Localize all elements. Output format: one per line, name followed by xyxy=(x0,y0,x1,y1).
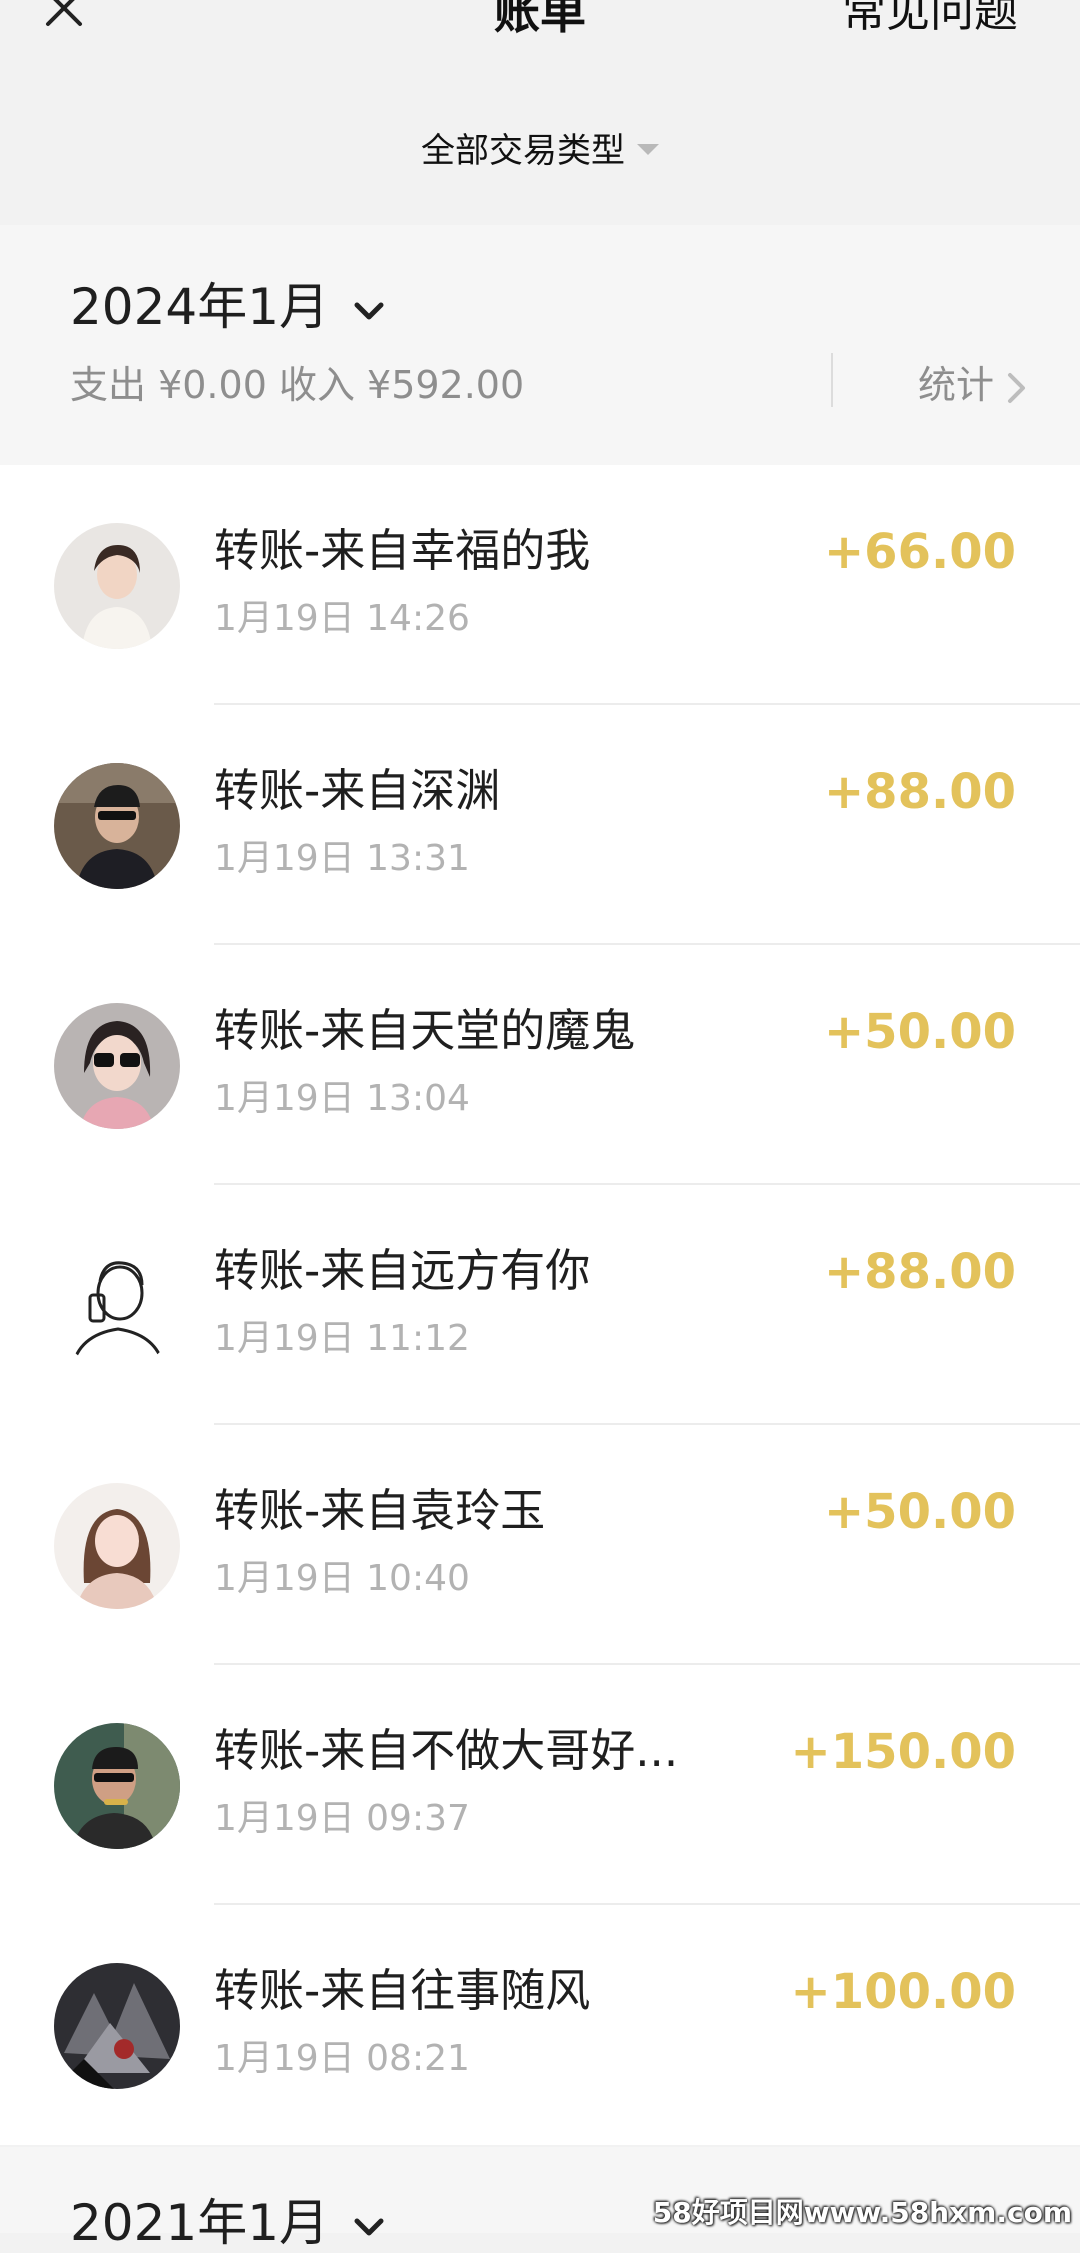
transaction-time: 1月19日 14:26 xyxy=(214,598,470,639)
chevron-down-icon xyxy=(354,2218,384,2235)
transaction-time: 1月19日 10:40 xyxy=(214,1558,470,1599)
transaction-list: 转账-来自幸福的我 1月19日 14:26 +66.00 转账-来自深渊 1月1… xyxy=(0,465,1080,2145)
month-header: 2024年1月 支出 ¥0.00 收入 ¥592.00 统计 xyxy=(0,225,1080,465)
transaction-time: 1月19日 08:21 xyxy=(214,2038,470,2079)
transaction-name: 转账-来自不做大哥好... xyxy=(214,1724,679,1777)
month-label: 2021年1月 xyxy=(70,2194,330,2252)
filter-label: 全部交易类型 xyxy=(421,131,625,171)
chevron-down-icon xyxy=(354,302,384,319)
stats-button[interactable]: 统计 xyxy=(918,361,1028,409)
divider xyxy=(831,353,833,407)
transaction-time: 1月19日 11:12 xyxy=(214,1318,470,1359)
month-selector[interactable]: 2024年1月 xyxy=(70,277,393,337)
transaction-name: 转账-来自往事随风 xyxy=(214,1964,591,2017)
avatar xyxy=(54,1483,180,1609)
month-summary: 支出 ¥0.00 收入 ¥592.00 xyxy=(70,363,525,407)
transaction-amount: +88.00 xyxy=(823,1244,1016,1300)
transaction-amount: +150.00 xyxy=(790,1724,1016,1780)
transaction-amount: +50.00 xyxy=(823,1004,1016,1060)
month-selector[interactable]: 2021年1月 xyxy=(70,2193,393,2253)
transaction-name: 转账-来自袁玲玉 xyxy=(214,1484,546,1537)
avatar xyxy=(54,1723,180,1849)
transaction-time: 1月19日 13:31 xyxy=(214,838,470,879)
transaction-name: 转账-来自深渊 xyxy=(214,764,501,817)
caret-down-icon xyxy=(637,144,659,155)
transaction-row[interactable]: 转账-来自往事随风 1月19日 08:21 +100.00 xyxy=(0,1905,1080,2145)
transaction-amount: +88.00 xyxy=(823,764,1016,820)
transaction-row[interactable]: 转账-来自远方有你 1月19日 11:12 +88.00 xyxy=(0,1185,1080,1425)
avatar xyxy=(54,763,180,889)
transaction-type-filter[interactable]: 全部交易类型 xyxy=(0,128,1080,174)
month-label: 2024年1月 xyxy=(70,278,330,336)
header-bar: 账单 常见问题 全部交易类型 xyxy=(0,0,1080,225)
avatar xyxy=(54,1003,180,1129)
transaction-time: 1月19日 13:04 xyxy=(214,1078,470,1119)
watermark: 58好项目网www.58hxm.com xyxy=(652,2196,1072,2229)
transaction-row[interactable]: 转账-来自不做大哥好... 1月19日 09:37 +150.00 xyxy=(0,1665,1080,1905)
transaction-amount: +50.00 xyxy=(823,1484,1016,1540)
faq-link[interactable]: 常见问题 xyxy=(842,0,1018,38)
avatar xyxy=(54,1963,180,2089)
avatar xyxy=(54,523,180,649)
transaction-row[interactable]: 转账-来自深渊 1月19日 13:31 +88.00 xyxy=(0,705,1080,945)
transaction-name: 转账-来自天堂的魔鬼 xyxy=(214,1004,636,1057)
transaction-amount: +100.00 xyxy=(790,1964,1016,2020)
transaction-name: 转账-来自幸福的我 xyxy=(214,524,591,577)
chevron-right-icon xyxy=(1008,372,1025,403)
avatar xyxy=(54,1243,180,1369)
transaction-name: 转账-来自远方有你 xyxy=(214,1244,591,1297)
transaction-amount: +66.00 xyxy=(823,524,1016,580)
transaction-row[interactable]: 转账-来自天堂的魔鬼 1月19日 13:04 +50.00 xyxy=(0,945,1080,1185)
transaction-row[interactable]: 转账-来自袁玲玉 1月19日 10:40 +50.00 xyxy=(0,1425,1080,1665)
stats-label: 统计 xyxy=(917,363,994,407)
transaction-row[interactable]: 转账-来自幸福的我 1月19日 14:26 +66.00 xyxy=(0,465,1080,705)
transaction-time: 1月19日 09:37 xyxy=(214,1798,470,1839)
